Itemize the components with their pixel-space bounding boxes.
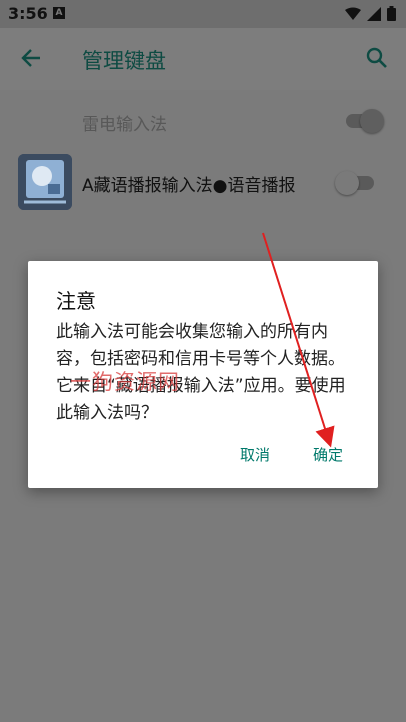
notification-icon: A (53, 7, 65, 19)
back-arrow-icon[interactable] (20, 47, 42, 73)
app-icon (18, 154, 72, 210)
keyboard-label: A藏语播报输入法●语音播报 (82, 176, 296, 196)
watermark-text: 一狗资源网 (70, 370, 180, 394)
status-bar: 3:56 A (0, 0, 406, 28)
wifi-icon (345, 7, 361, 20)
keyboard-item-tibetan[interactable]: A藏语播报输入法●语音播报 (0, 150, 406, 216)
keyboard-toggle[interactable] (335, 171, 374, 195)
keyboard-toggle[interactable] (346, 109, 384, 133)
status-icons (345, 6, 396, 21)
keyboard-label: 雷电输入法 (82, 115, 167, 135)
signal-icon (367, 6, 381, 21)
cancel-button[interactable]: 取消 (240, 444, 270, 465)
search-icon[interactable] (366, 47, 388, 73)
page-title: 管理键盘 (82, 49, 166, 73)
app-bar: 管理键盘 (0, 28, 406, 90)
battery-icon (387, 6, 396, 21)
status-time: 3:56 (8, 4, 48, 23)
ok-button[interactable]: 确定 (313, 444, 343, 465)
keyboard-item-leidian[interactable]: 雷电输入法 (0, 92, 406, 150)
dialog-title: 注意 (56, 289, 96, 313)
